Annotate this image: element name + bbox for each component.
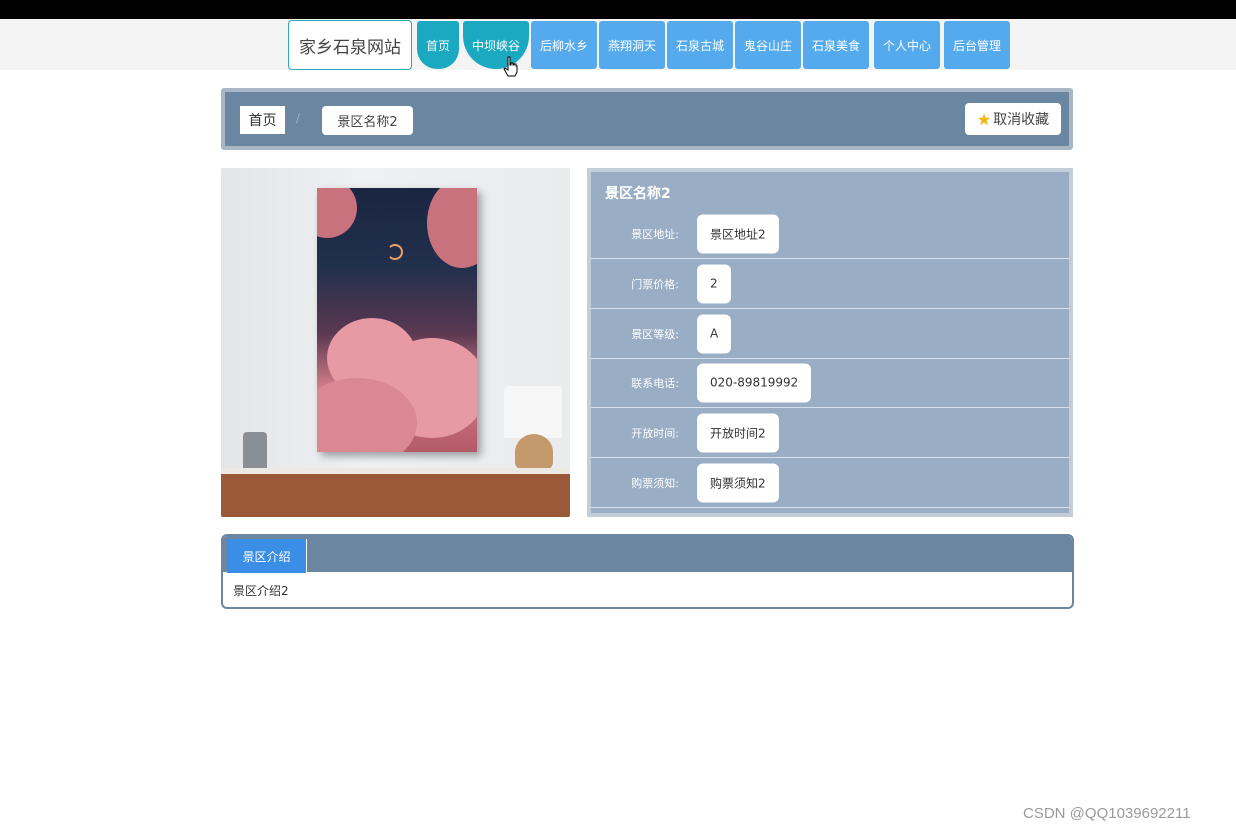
nav-item-guigu-villa[interactable]: 鬼谷山庄 [735, 21, 801, 69]
lamp-base [515, 434, 553, 470]
detail-value: 020-89819992 [697, 363, 812, 402]
detail-row-ticket-notice: 购票须知: 购票须知2 [591, 458, 1069, 508]
breadcrumb-home[interactable]: 首页 [240, 106, 285, 134]
detail-label: 联系电话: [631, 376, 679, 390]
crescent-moon-icon [387, 244, 403, 260]
detail-label: 门票价格: [631, 277, 679, 291]
detail-value: A [697, 314, 732, 353]
nav-item-home[interactable]: 首页 [417, 21, 459, 69]
detail-row-level: 景区等级: A [591, 309, 1069, 359]
detail-row-address: 景区地址: 景区地址2 [591, 209, 1069, 259]
lamp-shade [504, 386, 562, 438]
breadcrumb-separator: / [296, 111, 301, 125]
tab-scenic-intro[interactable]: 景区介绍 [227, 539, 307, 573]
intro-content: 景区介绍2 [233, 584, 289, 598]
watermark: CSDN @QQ1039692211 [1023, 805, 1191, 822]
detail-value: 景区地址2 [697, 214, 779, 253]
nav-item-personal-center[interactable]: 个人中心 [874, 21, 940, 69]
intro-tab-bar [223, 536, 1072, 572]
scenic-name: 景区名称2 [605, 186, 671, 202]
unfavorite-label: 取消收藏 [993, 112, 1050, 128]
detail-value: 开放时间2 [697, 413, 779, 452]
intro-section: 景区介绍 景区介绍2 [221, 534, 1074, 609]
detail-value: 2 [697, 264, 731, 303]
breadcrumb-current: 景区名称2 [322, 106, 413, 135]
nav-item-admin[interactable]: 后台管理 [944, 21, 1010, 69]
detail-row-phone: 联系电话: 020-89819992 [591, 358, 1069, 408]
detail-label: 开放时间: [631, 426, 679, 440]
poster-artwork [317, 188, 477, 452]
detail-label: 购票须知: [631, 476, 679, 490]
vase [243, 432, 267, 472]
detail-label: 景区地址: [631, 227, 679, 241]
top-black-bar [0, 0, 1236, 19]
wooden-shelf [221, 468, 570, 517]
detail-row-opening-hours: 开放时间: 开放时间2 [591, 408, 1069, 458]
nav-item-shiquan-old-town[interactable]: 石泉古城 [667, 21, 733, 69]
nav-item-shiquan-food[interactable]: 石泉美食 [803, 21, 869, 69]
scenic-photo [221, 168, 570, 517]
hand-cursor-icon [503, 56, 518, 77]
nav-item-houliu-water-town[interactable]: 后柳水乡 [531, 21, 597, 69]
unfavorite-button[interactable]: ★ 取消收藏 [965, 103, 1061, 135]
detail-label: 景区等级: [631, 327, 679, 341]
detail-value: 购票须知2 [697, 463, 779, 502]
star-icon: ★ [976, 109, 992, 129]
site-title[interactable]: 家乡石泉网站 [288, 20, 412, 70]
detail-row-ticket-price: 门票价格: 2 [591, 259, 1069, 309]
nav-item-yanxiang-cave[interactable]: 燕翔洞天 [599, 21, 665, 69]
